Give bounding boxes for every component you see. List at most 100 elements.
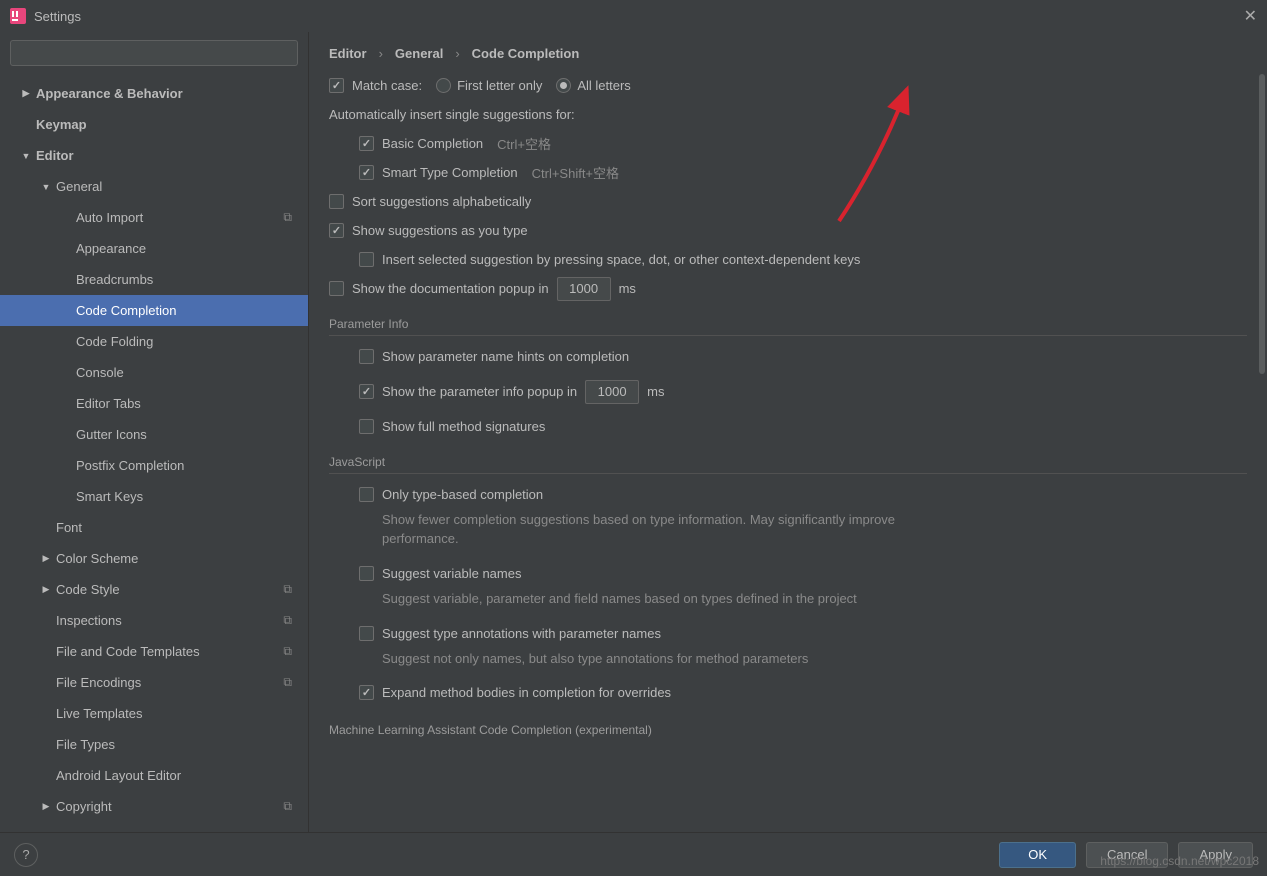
tree-item-label: Code Completion: [76, 303, 176, 318]
first-letter-radio[interactable]: [436, 78, 451, 93]
settings-tree: ▶Appearance & Behavior▶Keymap▼Editor▼Gen…: [0, 74, 308, 832]
js-type-checkbox[interactable]: [359, 487, 374, 502]
show-as-type-label: Show suggestions as you type: [352, 223, 528, 238]
insert-selected-label: Insert selected suggestion by pressing s…: [382, 252, 860, 267]
window-title: Settings: [34, 9, 81, 24]
scope-icon: ⧉: [283, 210, 292, 225]
scope-icon: ⧉: [283, 613, 292, 628]
basic-completion-shortcut: Ctrl+空格: [497, 134, 551, 153]
chevron-down-icon: ▼: [18, 151, 34, 161]
tree-item-file-and-code-templates[interactable]: ▶File and Code Templates⧉: [0, 636, 308, 667]
sort-alpha-checkbox[interactable]: [329, 194, 344, 209]
tree-item-color-scheme[interactable]: ▶Color Scheme: [0, 543, 308, 574]
tree-item-label: Appearance: [76, 241, 146, 256]
tree-item-label: Android Layout Editor: [56, 768, 181, 783]
tree-item-postfix-completion[interactable]: ▶Postfix Completion: [0, 450, 308, 481]
close-icon[interactable]: ✕: [1244, 6, 1257, 26]
tree-item-label: Color Scheme: [56, 551, 138, 566]
tree-item-general[interactable]: ▼General: [0, 171, 308, 202]
tree-item-label: Postfix Completion: [76, 458, 184, 473]
tree-item-label: Appearance & Behavior: [36, 86, 183, 101]
section-parameter-info: Parameter Info: [329, 317, 1247, 336]
js-var-label: Suggest variable names: [382, 566, 521, 581]
tree-item-editor[interactable]: ▼Editor: [0, 140, 308, 171]
breadcrumb-editor[interactable]: Editor: [329, 46, 367, 61]
tree-item-inspections[interactable]: ▶Inspections⧉: [0, 605, 308, 636]
scrollbar[interactable]: [1259, 74, 1265, 374]
tree-item-appearance[interactable]: ▶Appearance: [0, 233, 308, 264]
breadcrumb-code-completion: Code Completion: [472, 46, 580, 61]
param-popup-suf: ms: [647, 384, 664, 399]
tree-item-file-encodings[interactable]: ▶File Encodings⧉: [0, 667, 308, 698]
tree-item-code-folding[interactable]: ▶Code Folding: [0, 326, 308, 357]
titlebar: Settings ✕: [0, 0, 1267, 32]
basic-completion-label: Basic Completion: [382, 136, 483, 151]
doc-popup-suf: ms: [619, 281, 636, 296]
tree-item-gutter-icons[interactable]: ▶Gutter Icons: [0, 419, 308, 450]
tree-item-label: Breadcrumbs: [76, 272, 153, 287]
tree-item-code-completion[interactable]: ▶Code Completion: [0, 295, 308, 326]
param-hints-checkbox[interactable]: [359, 349, 374, 364]
tree-item-auto-import[interactable]: ▶Auto Import⧉: [0, 202, 308, 233]
tree-item-live-templates[interactable]: ▶Live Templates: [0, 698, 308, 729]
show-as-type-checkbox[interactable]: [329, 223, 344, 238]
scope-icon: ⧉: [283, 644, 292, 659]
smart-completion-shortcut: Ctrl+Shift+空格: [532, 163, 619, 182]
search-input[interactable]: [10, 40, 298, 66]
scope-icon: ⧉: [283, 675, 292, 690]
sort-alpha-label: Sort suggestions alphabetically: [352, 194, 531, 209]
section-javascript: JavaScript: [329, 455, 1247, 474]
breadcrumb-general[interactable]: General: [395, 46, 443, 61]
tree-item-keymap[interactable]: ▶Keymap: [0, 109, 308, 140]
chevron-right-icon: ▶: [38, 584, 54, 595]
js-type-desc: Show fewer completion suggestions based …: [382, 511, 902, 549]
tree-item-smart-keys[interactable]: ▶Smart Keys: [0, 481, 308, 512]
basic-completion-checkbox[interactable]: [359, 136, 374, 151]
tree-item-breadcrumbs[interactable]: ▶Breadcrumbs: [0, 264, 308, 295]
help-button[interactable]: ?: [14, 843, 38, 867]
sidebar: 🔍 ▶Appearance & Behavior▶Keymap▼Editor▼G…: [0, 32, 309, 832]
tree-item-label: File Types: [56, 737, 115, 752]
all-letters-radio[interactable]: [556, 78, 571, 93]
js-expand-checkbox[interactable]: [359, 685, 374, 700]
chevron-right-icon: ›: [455, 46, 459, 61]
tree-item-label: Editor Tabs: [76, 396, 141, 411]
breadcrumb: Editor › General › Code Completion: [309, 32, 1267, 71]
match-case-label: Match case:: [352, 78, 422, 93]
settings-content: Match case: First letter only All letter…: [309, 71, 1267, 832]
tree-item-font[interactable]: ▶Font: [0, 512, 308, 543]
first-letter-label: First letter only: [457, 78, 542, 93]
param-popup-input[interactable]: [585, 380, 639, 404]
tree-item-editor-tabs[interactable]: ▶Editor Tabs: [0, 388, 308, 419]
tree-item-android-layout-editor[interactable]: ▶Android Layout Editor: [0, 760, 308, 791]
doc-popup-pre: Show the documentation popup in: [352, 281, 549, 296]
tree-item-appearance-behavior[interactable]: ▶Appearance & Behavior: [0, 78, 308, 109]
match-case-checkbox[interactable]: [329, 78, 344, 93]
tree-item-label: Keymap: [36, 117, 87, 132]
tree-item-copyright[interactable]: ▶Copyright⧉: [0, 791, 308, 822]
tree-item-file-types[interactable]: ▶File Types: [0, 729, 308, 760]
tree-item-label: Editor: [36, 148, 74, 163]
full-sig-label: Show full method signatures: [382, 419, 545, 434]
tree-item-label: Code Folding: [76, 334, 153, 349]
param-hints-label: Show parameter name hints on completion: [382, 349, 629, 364]
tree-item-label: File and Code Templates: [56, 644, 200, 659]
tree-item-code-style[interactable]: ▶Code Style⧉: [0, 574, 308, 605]
main-panel: Editor › General › Code Completion Match…: [309, 32, 1267, 832]
ok-button[interactable]: OK: [999, 842, 1076, 868]
doc-popup-checkbox[interactable]: [329, 281, 344, 296]
insert-selected-checkbox[interactable]: [359, 252, 374, 267]
tree-item-label: Inspections: [56, 613, 122, 628]
tree-item-label: Smart Keys: [76, 489, 143, 504]
tree-item-console[interactable]: ▶Console: [0, 357, 308, 388]
smart-completion-checkbox[interactable]: [359, 165, 374, 180]
tree-item-label: Copyright: [56, 799, 112, 814]
js-var-desc: Suggest variable, parameter and field na…: [382, 590, 902, 609]
param-popup-checkbox[interactable]: [359, 384, 374, 399]
smart-completion-label: Smart Type Completion: [382, 165, 518, 180]
tree-item-label: Live Templates: [56, 706, 142, 721]
js-ann-checkbox[interactable]: [359, 626, 374, 641]
js-var-checkbox[interactable]: [359, 566, 374, 581]
full-sig-checkbox[interactable]: [359, 419, 374, 434]
doc-popup-input[interactable]: [557, 277, 611, 301]
